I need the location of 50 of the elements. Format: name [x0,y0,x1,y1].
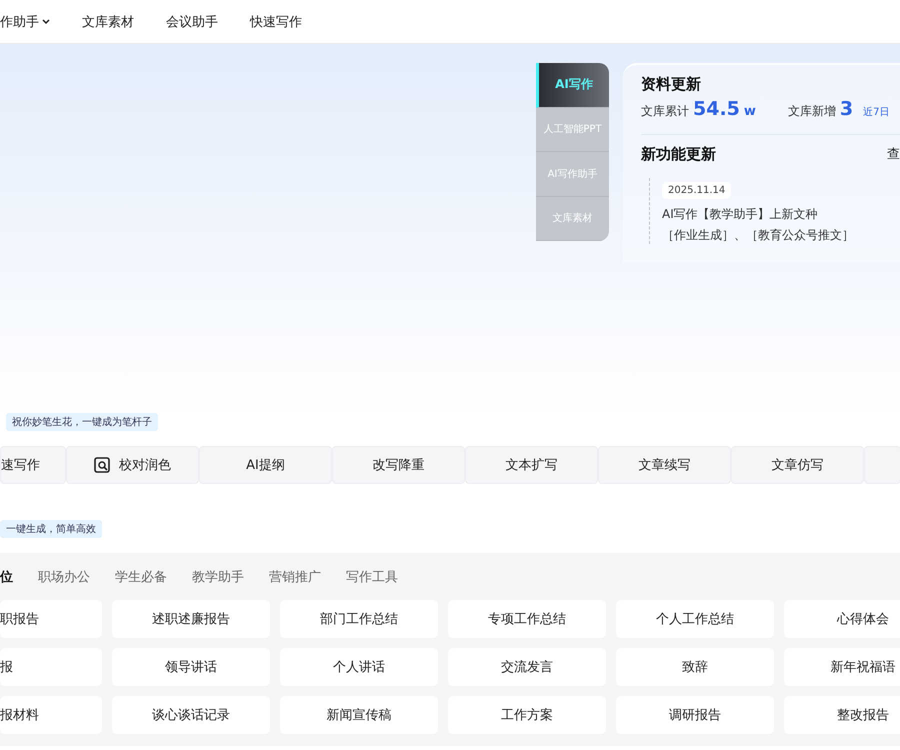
stat-period: 近7日 [863,106,890,119]
category-tab[interactable]: 位 [0,568,13,586]
tool-tile[interactable]: 文章仿写 [731,446,864,484]
category-tab[interactable]: 营销推广 [269,568,321,586]
date-badge: 2025.11.14 [662,182,732,199]
nav-link[interactable]: 快速写作 [250,12,302,30]
stat-unit: w [744,104,756,119]
nav-link[interactable]: 文库素材 [82,12,134,30]
template-tile[interactable]: 报材料 [0,696,102,734]
tool-tile[interactable]: 文章续写 [598,446,731,484]
section-title: 新功能更新 [641,145,716,164]
template-tile[interactable]: 领导讲话 [112,648,270,686]
update-text: AI写作【教学助手】上新文种 [662,206,819,223]
template-tile[interactable]: 个人讲话 [280,648,438,686]
tool-tile[interactable]: 速写作 [0,446,66,484]
template-tile[interactable]: 个人工作总结 [616,600,774,638]
template-tile[interactable]: 调研报告 [616,696,774,734]
template-tile[interactable]: 职报告 [0,600,102,638]
stat-label: 文库新增 [788,103,836,120]
category-tab[interactable]: 写作工具 [346,568,398,586]
stat-value: 54.5 [693,98,740,120]
tool-tile[interactable]: 校对润色 [66,446,199,484]
nav-link[interactable]: 会议助手 [166,12,218,30]
category-tab[interactable]: 教学助手 [192,568,244,586]
category-tab[interactable]: 职场办公 [38,568,90,586]
stat-value: 3 [840,98,854,120]
tool-tile[interactable]: 改写降重 [332,446,465,484]
stat-label: 文库累计 [641,103,689,120]
template-tile[interactable]: 新闻宣传稿 [280,696,438,734]
nav-link[interactable]: 作助手 [0,12,50,30]
template-tile[interactable]: 部门工作总结 [280,600,438,638]
template-tile[interactable]: 交流发言 [448,648,606,686]
slogan-tag: 一键生成，简单高效 [0,520,102,538]
template-tile[interactable]: 专项工作总结 [448,600,606,638]
category-tab[interactable]: 学生必备 [115,568,167,586]
template-tile[interactable]: 述职述廉报告 [112,600,270,638]
more-link[interactable]: 查 [887,145,900,164]
tool-tile[interactable]: 文本扩写 [465,446,598,484]
template-tile[interactable]: 工作方案 [448,696,606,734]
template-tile[interactable]: 心得体会 [784,600,900,638]
template-tile[interactable]: 致辞 [616,648,774,686]
tool-tile[interactable]: AI提纲 [199,446,332,484]
side-tab[interactable]: AI写作 [536,63,609,108]
template-tile[interactable]: 报 [0,648,102,686]
template-tile[interactable]: 谈心谈话记录 [112,696,270,734]
slogan-tag: 祝你妙笔生花，一键成为笔杆子 [6,413,158,431]
update-text: ［作业生成］、［教育公众号推文］ [662,227,855,244]
template-tile[interactable]: 新年祝福语 [784,648,900,686]
card-title: 资料更新 [641,75,702,94]
template-tile[interactable]: 整改报告 [784,696,900,734]
